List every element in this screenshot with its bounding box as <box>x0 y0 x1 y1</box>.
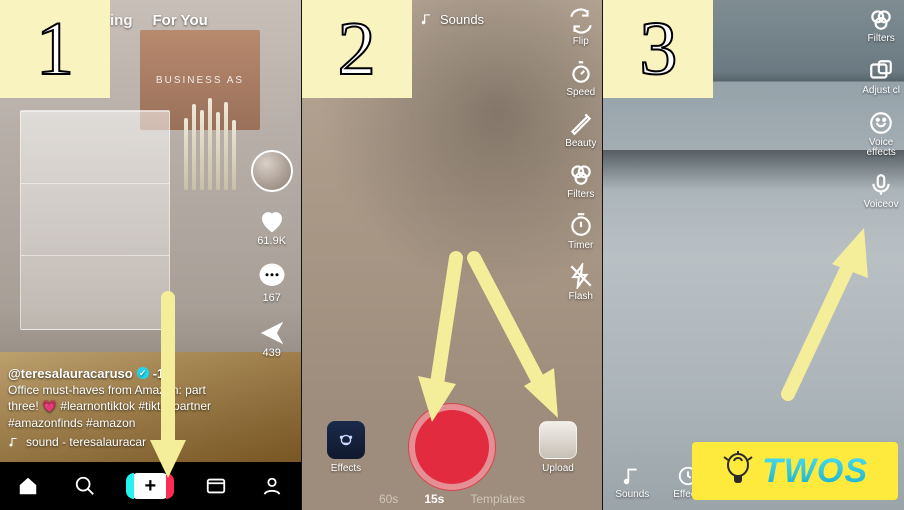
microphone-icon <box>868 172 894 198</box>
sound-name: sound - teresalauracar <box>26 434 146 450</box>
tab-for-you[interactable]: For You <box>143 12 218 29</box>
author-avatar[interactable] <box>251 150 293 192</box>
tab-15s[interactable]: 15s <box>424 492 444 506</box>
annotation-arrow-down <box>140 290 196 490</box>
like-button[interactable]: 61.9K <box>257 206 287 247</box>
adjust-clips-button[interactable]: Adjust cl <box>862 58 900 96</box>
beauty-button[interactable]: Beauty <box>565 110 596 149</box>
flip-icon <box>568 8 594 34</box>
inbox-icon <box>205 475 227 497</box>
step-badge-2: 2 <box>302 0 412 98</box>
panel-1-feed: BUSINESS AS 1 ing For You 61.9K 167 <box>0 0 301 510</box>
nav-me[interactable] <box>261 475 283 497</box>
comment-button[interactable]: 167 <box>257 261 287 304</box>
editor-bottom-row: Sounds Effects <box>615 465 703 500</box>
username: @teresalauracaruso <box>8 365 133 383</box>
share-icon <box>257 318 287 346</box>
comment-count: 167 <box>262 292 280 304</box>
panel-3-editor: 3 Filters Adjust cl Voice effects Voiceo… <box>602 0 904 510</box>
voice-effects-icon <box>868 110 894 136</box>
beauty-icon <box>568 110 594 136</box>
filters-button[interactable]: Filters <box>868 6 895 44</box>
lightbulb-icon <box>722 451 754 491</box>
effects-button[interactable]: Effects <box>327 421 365 474</box>
home-icon <box>17 475 39 497</box>
effects-label: Effects <box>327 463 365 474</box>
twos-brand-text: TWOS <box>762 452 868 491</box>
filters-button[interactable]: Filters <box>567 161 594 200</box>
flip-button[interactable]: Flip <box>568 8 594 47</box>
nav-discover[interactable] <box>74 475 96 497</box>
share-count: 439 <box>262 347 280 359</box>
beauty-label: Beauty <box>565 138 596 149</box>
filters-label: Filters <box>868 33 895 44</box>
tab-60s[interactable]: 60s <box>379 492 398 506</box>
annotation-arrow-to-voiceover <box>768 216 878 406</box>
like-count: 61.9K <box>257 235 286 247</box>
adjust-clips-icon <box>868 58 894 84</box>
sound-row[interactable]: sound - teresalauracar <box>8 434 241 450</box>
voiceover-button[interactable]: Voiceov <box>864 172 899 210</box>
flip-label: Flip <box>573 36 589 47</box>
voice-effects-button[interactable]: Voice effects <box>866 110 895 158</box>
speed-label: Speed <box>566 87 595 98</box>
filters-icon <box>868 6 894 32</box>
share-button[interactable]: 439 <box>257 318 287 359</box>
music-note-icon <box>621 465 643 487</box>
sounds-label: Sounds <box>615 489 649 500</box>
decor-pens <box>155 80 265 190</box>
username-row[interactable]: @teresalauracaruso -12 <box>8 365 241 383</box>
upload-label: Upload <box>539 463 577 474</box>
speed-button[interactable]: Speed <box>566 59 595 98</box>
search-icon <box>74 475 96 497</box>
caption-line: Office must-haves from Amazon: part <box>8 382 241 398</box>
feed-caption: @teresalauracaruso -12 Office must-haves… <box>8 365 241 450</box>
sounds-button[interactable]: Sounds <box>615 465 649 500</box>
timer-button[interactable]: Timer <box>568 212 594 251</box>
filters-label: Filters <box>567 189 594 200</box>
nav-home[interactable] <box>17 475 39 497</box>
flash-label: Flash <box>569 291 593 302</box>
heart-icon <box>257 206 287 234</box>
feed-action-rail: 61.9K 167 439 <box>251 150 293 359</box>
step-badge-1: 1 <box>0 0 110 98</box>
step-badge-3: 3 <box>603 0 713 98</box>
music-note-icon <box>8 436 20 448</box>
adjust-clips-label: Adjust cl <box>862 85 900 96</box>
caption-line: #amazonfinds #amazon <box>8 415 241 431</box>
timer-label: Timer <box>568 240 593 251</box>
speed-icon <box>568 59 594 85</box>
sounds-label: Sounds <box>440 12 484 27</box>
tab-templates[interactable]: Templates <box>470 492 525 506</box>
panel-2-camera: 2 Sounds Flip Speed Beauty Filters Timer <box>301 0 603 510</box>
voiceover-label: Voiceov <box>864 199 899 210</box>
annotation-arrow-to-upload <box>462 250 572 430</box>
timer-icon <box>568 212 594 238</box>
voice-effects-label-2: effects <box>866 147 895 158</box>
editor-tool-rail: Filters Adjust cl Voice effects Voiceov <box>862 6 900 210</box>
music-note-icon <box>420 12 434 26</box>
caption-line: three! 💗 #learnontiktok #tiktokpartner <box>8 398 241 414</box>
profile-icon <box>261 475 283 497</box>
effects-icon <box>327 421 365 459</box>
nav-inbox[interactable] <box>205 475 227 497</box>
filters-icon <box>568 161 594 187</box>
decor-shoreline <box>603 150 904 190</box>
twos-watermark: TWOS <box>692 442 898 500</box>
comment-icon <box>257 261 287 291</box>
duration-tabs: 60s 15s Templates <box>302 492 603 506</box>
